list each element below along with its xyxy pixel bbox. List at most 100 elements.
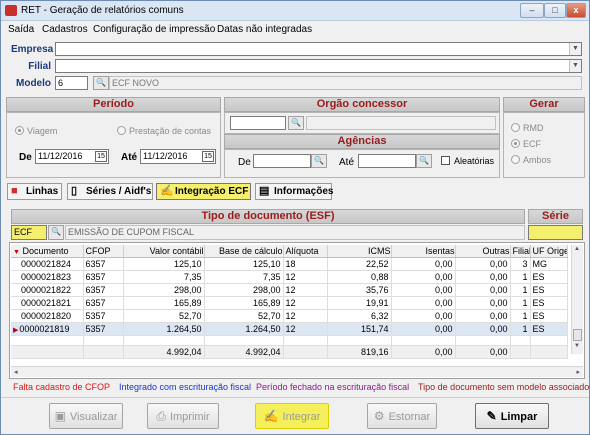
chevron-down-icon[interactable]: ▼ <box>569 43 581 55</box>
modelo-code-input[interactable]: 6 <box>55 76 88 90</box>
radio-rmd[interactable]: RMD <box>511 123 544 133</box>
table-row[interactable]: ▶0000021819 5357 1.264,50 1.264,50 12 151,74 0… <box>11 322 568 336</box>
column-header-filial[interactable]: Filial <box>510 245 531 258</box>
gerar-header: Gerar <box>503 97 585 112</box>
cell-uf-origem: ES <box>530 322 568 336</box>
totals-row: 4.992,04 4.992,04 819,16 0,00 0,00 <box>11 344 568 359</box>
agencias-de-input[interactable] <box>253 154 311 168</box>
periodo-header: Período <box>6 97 221 112</box>
binoculars-search-icon[interactable]: 🔍 <box>311 154 327 168</box>
cell-base-calculo: 52,70 <box>204 309 284 323</box>
column-header-uf-origem[interactable]: UF Origem <box>530 245 568 258</box>
column-header-cfop[interactable]: CFOP <box>83 245 124 258</box>
menu-datas-nao-integradas[interactable]: Datas não integradas <box>217 24 312 35</box>
chevron-down-icon[interactable]: ▼ <box>569 60 581 72</box>
scroll-right-icon[interactable]: ▸ <box>576 368 580 376</box>
orgao-code-input[interactable] <box>230 116 286 130</box>
radio-ambos[interactable]: Ambos <box>511 155 551 165</box>
radio-dot-icon <box>511 155 520 164</box>
empty-cell <box>327 335 392 346</box>
imprimir-button[interactable]: ⎙ Imprimir <box>147 403 219 429</box>
calendar-icon[interactable]: 15 <box>95 151 107 162</box>
tab-linhas[interactable]: ■ Linhas <box>7 183 62 200</box>
maximize-button[interactable]: □ <box>544 3 566 18</box>
tab-integracao-ecf[interactable]: ✍ Integração ECF <box>156 183 251 200</box>
periodo-de-label: De <box>19 152 32 163</box>
cell-icms: 22,52 <box>327 257 392 271</box>
table-row[interactable]: 0000021822 6357 298,00 298,00 12 35,76 0,00 0,0… <box>11 283 568 297</box>
total-base-calculo: 4.992,04 <box>204 344 284 359</box>
scroll-down-icon[interactable]: ▼ <box>574 343 580 349</box>
printer-icon: ⎙ <box>156 409 166 423</box>
close-button[interactable]: x <box>566 3 586 18</box>
tipo-documento-code-input[interactable]: ECF <box>11 225 47 240</box>
integrar-button[interactable]: ✍ Integrar <box>255 403 329 429</box>
documents-grid: ▼ Documento CFOP Valor contábil Base de … <box>11 245 568 359</box>
agencias-de-label: De <box>238 157 251 168</box>
column-header-aliquota[interactable]: Alíquota <box>283 245 328 258</box>
radio-viagem[interactable]: Viagem <box>15 126 57 136</box>
vertical-scrollbar[interactable]: ▲ ▼ <box>571 245 583 354</box>
scroll-up-icon[interactable]: ▲ <box>574 246 580 252</box>
cell-documento: ▶0000021819 <box>11 322 84 336</box>
tab-series-aidfs[interactable]: ▯ Séries / Aidf's <box>67 183 153 200</box>
tab-integracao-label: Integração ECF <box>175 186 249 197</box>
radio-ecf[interactable]: ECF <box>511 139 541 149</box>
column-header-base-calculo[interactable]: Base de cálculo <box>204 245 284 258</box>
agencias-ate-input[interactable] <box>358 154 416 168</box>
legend-periodo-fechado: Período fechado na escrituração fiscal <box>256 382 410 392</box>
empty-cell <box>391 335 456 346</box>
empty-cell <box>283 335 328 346</box>
scroll-thumb[interactable] <box>573 329 582 341</box>
empresa-select[interactable]: ▼ <box>55 42 582 56</box>
calendar-icon[interactable]: 15 <box>202 151 214 162</box>
aleatorias-checkbox[interactable] <box>441 156 450 165</box>
cell-cfop: 6357 <box>83 296 124 310</box>
table-row[interactable]: 0000021824 6357 125,10 125,10 18 22,52 0,00 0,0… <box>11 257 568 271</box>
orgao-description <box>306 116 496 130</box>
limpar-label: Limpar <box>500 411 538 423</box>
binoculars-search-icon[interactable]: 🔍 <box>288 116 304 130</box>
sort-arrow-icon: ▼ <box>13 248 20 256</box>
menu-saida[interactable]: Saída <box>8 24 34 35</box>
binoculars-search-icon[interactable]: 🔍 <box>48 225 64 240</box>
column-header-valor-contabil[interactable]: Valor contábil <box>123 245 205 258</box>
column-header-icms[interactable]: ICMS <box>327 245 392 258</box>
binoculars-search-icon[interactable]: 🔍 <box>416 154 432 168</box>
menu-cadastros[interactable]: Cadastros <box>42 24 88 35</box>
table-row[interactable]: 0000021823 6357 7,35 7,35 12 0,88 0,00 0,00 1 ES <box>11 270 568 284</box>
column-header-isentas[interactable]: Isentas <box>391 245 456 258</box>
serie-input[interactable] <box>528 225 583 240</box>
radio-dot-icon <box>15 126 24 135</box>
minimize-button[interactable]: – <box>520 3 544 18</box>
periodo-ate-date-input[interactable]: 11/12/2016 15 <box>140 149 216 164</box>
estornar-button[interactable]: ⚙ Estornar <box>367 403 437 429</box>
column-header-outras[interactable]: Outras <box>455 245 511 258</box>
gerar-panel: RMD ECF Ambos <box>503 112 585 178</box>
cell-isentas: 0,00 <box>391 296 456 310</box>
horizontal-scrollbar[interactable]: ◂ ▸ <box>11 366 583 377</box>
cell-documento: 0000021821 <box>11 296 84 310</box>
cell-cfop: 6357 <box>83 270 124 284</box>
title-bar: RET - Geração de relatórios comuns – □ x <box>1 1 589 21</box>
cell-base-calculo: 125,10 <box>204 257 284 271</box>
menu-configuracao-impressao[interactable]: Configuração de impressão <box>93 24 215 35</box>
visualizar-label: Visualizar <box>69 411 118 423</box>
table-row[interactable]: 0000021820 5357 52,70 52,70 12 6,32 0,00 0,00 1 E… <box>11 309 568 323</box>
filial-select[interactable]: ▼ <box>55 59 582 73</box>
binoculars-search-icon[interactable]: 🔍 <box>93 76 109 90</box>
periodo-de-date-input[interactable]: 11/12/2016 15 <box>35 149 109 164</box>
cell-documento: 0000021824 <box>11 257 84 271</box>
column-header-documento[interactable]: ▼ Documento <box>11 245 84 258</box>
radio-prestacao-contas[interactable]: Prestação de contas <box>117 126 211 136</box>
limpar-button[interactable]: ✎ Limpar <box>475 403 549 429</box>
cell-uf-origem: ES <box>530 283 568 297</box>
tab-informacoes[interactable]: ▤ Informações <box>255 183 333 200</box>
tipo-documento-header: Tipo de documento (ESF) <box>11 209 525 224</box>
cell-filial: 1 <box>510 309 531 323</box>
cell-base-calculo: 1.264,50 <box>204 322 284 336</box>
visualizar-button[interactable]: ▣ Visualizar <box>49 403 123 429</box>
scroll-left-icon[interactable]: ◂ <box>14 368 18 376</box>
table-row[interactable]: 0000021821 6357 165,89 165,89 12 19,91 0,00 0,0… <box>11 296 568 310</box>
orgao-panel: 🔍 <box>224 112 500 134</box>
